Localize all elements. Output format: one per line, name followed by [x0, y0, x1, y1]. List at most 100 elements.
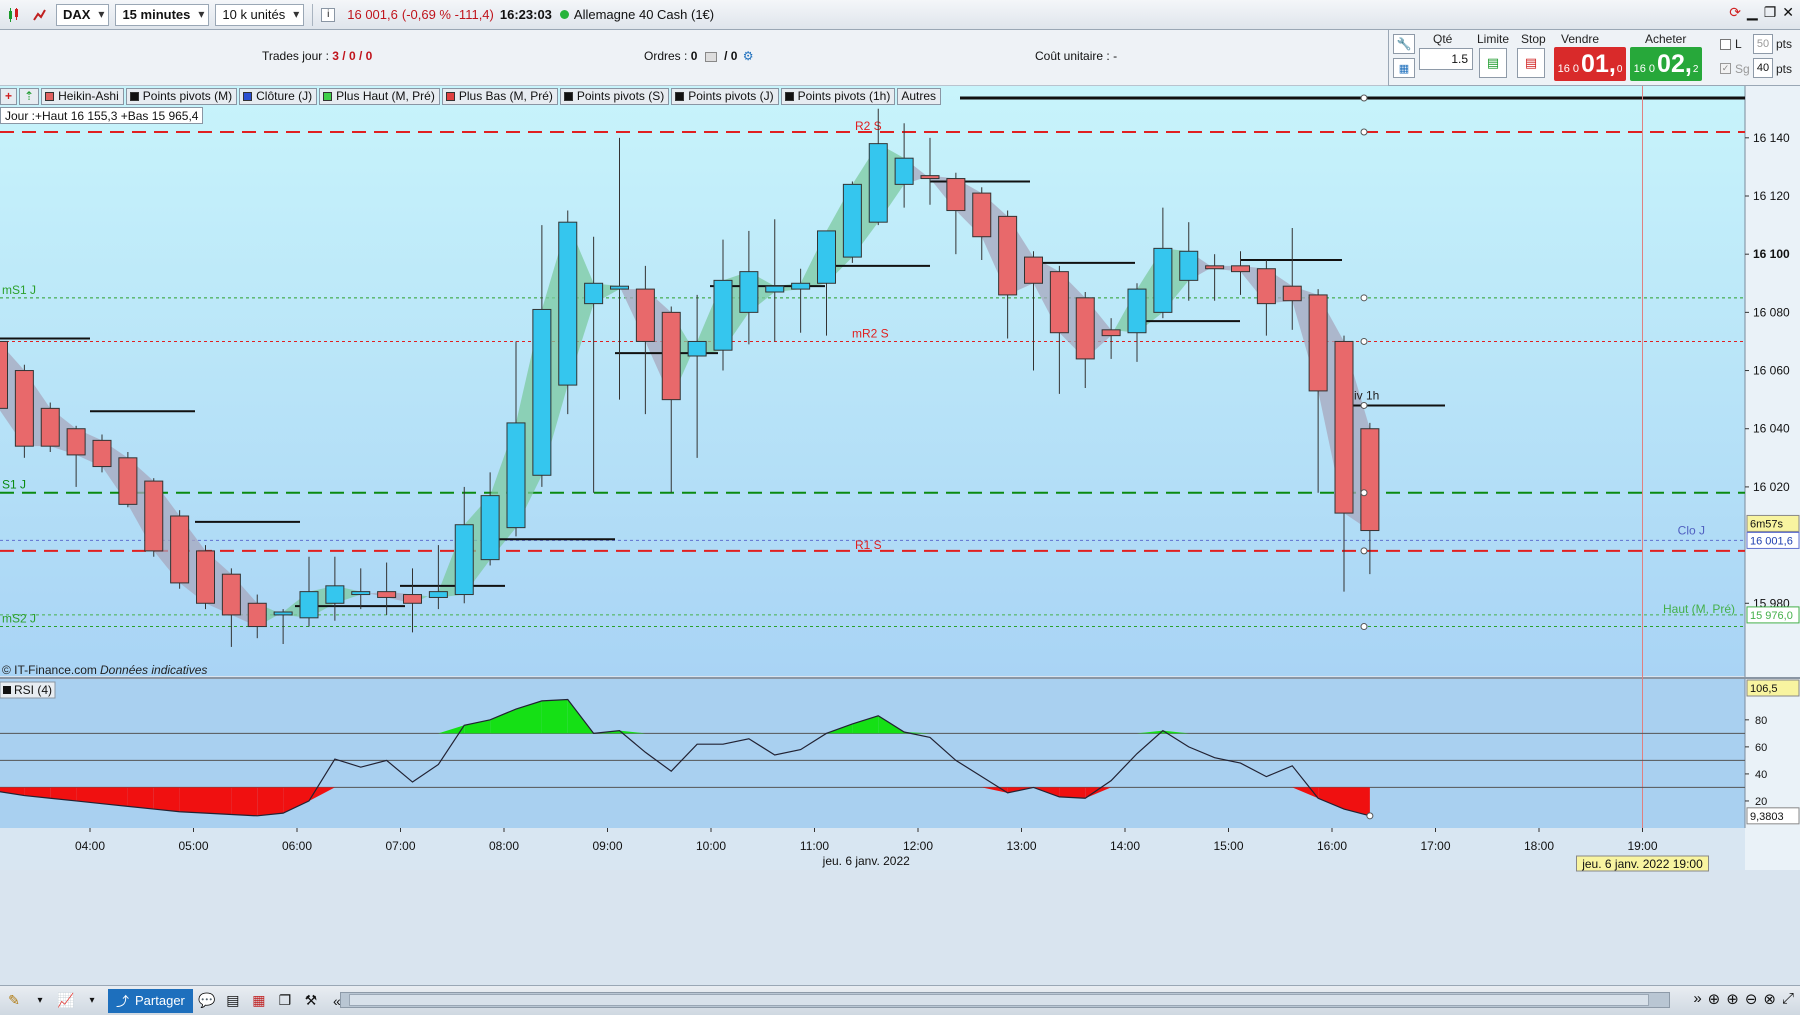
candle-body[interactable] — [40, 407, 60, 447]
candle-body[interactable] — [532, 308, 552, 476]
candle-body[interactable] — [247, 602, 267, 628]
candle-body[interactable] — [558, 221, 578, 386]
candle-body[interactable] — [791, 282, 811, 290]
candle-body[interactable] — [1256, 268, 1276, 305]
candle-body[interactable] — [403, 594, 422, 604]
candle-body[interactable] — [325, 585, 345, 604]
candle-body[interactable] — [998, 215, 1018, 296]
calc-icon[interactable]: ▦ — [247, 990, 271, 1012]
instrument-select[interactable]: DAX — [56, 3, 110, 26]
candle-body[interactable] — [868, 143, 888, 223]
indicator-tag[interactable]: Autres — [897, 87, 942, 105]
indicator-tag[interactable]: Clôture (J) — [239, 87, 318, 105]
l-checkbox[interactable] — [1720, 39, 1731, 50]
indicator-tag[interactable]: Points pivots (S) — [559, 87, 670, 105]
sg-checkbox[interactable]: ✓ — [1720, 63, 1731, 74]
time-scrollbar[interactable] — [340, 992, 1670, 1008]
pts-input-1[interactable]: 50 — [1753, 34, 1773, 54]
zoom-in-icon[interactable]: ⊕ — [1726, 990, 1739, 1008]
candle-body[interactable] — [739, 271, 759, 313]
candle-body[interactable] — [661, 311, 681, 401]
candle-body[interactable] — [506, 422, 526, 529]
candle-body[interactable] — [765, 285, 785, 293]
timeframe-select[interactable]: 15 minutes — [115, 3, 210, 26]
units-select[interactable]: 10 k unités — [215, 3, 305, 26]
candle-body[interactable] — [1127, 288, 1147, 334]
candle-body[interactable] — [144, 480, 164, 552]
candles-icon[interactable] — [3, 4, 25, 26]
candle-body[interactable] — [196, 550, 215, 604]
candle-body[interactable] — [1308, 294, 1328, 392]
candle-body[interactable] — [610, 285, 629, 290]
draw-pen-icon[interactable]: ✎ — [2, 990, 26, 1012]
scroll-thumb[interactable] — [349, 994, 1649, 1006]
qty-input[interactable]: 1.5 — [1419, 48, 1473, 70]
candle-body[interactable] — [428, 591, 448, 598]
candle-body[interactable] — [66, 428, 86, 456]
candle-body[interactable] — [1024, 256, 1043, 284]
candle-body[interactable] — [1360, 428, 1380, 532]
candle-body[interactable] — [1334, 340, 1354, 514]
info-icon[interactable]: i — [321, 7, 336, 22]
candle-body[interactable] — [351, 591, 371, 596]
candle-body[interactable] — [273, 611, 293, 616]
candle-body[interactable] — [299, 591, 319, 619]
table-icon[interactable]: ▤ — [221, 990, 245, 1012]
forward-icon[interactable]: » — [1693, 990, 1701, 1008]
candle-body[interactable] — [584, 282, 604, 305]
candle-body[interactable] — [1075, 297, 1095, 360]
candle-body[interactable] — [1101, 329, 1121, 337]
candle-body[interactable] — [454, 524, 474, 596]
candle-body[interactable] — [687, 340, 707, 357]
indicator-tag[interactable]: Points pivots (J) — [671, 87, 779, 105]
indicator-tag[interactable]: Plus Bas (M, Pré) — [441, 87, 558, 105]
candle-body[interactable] — [920, 175, 940, 180]
move-up-button[interactable]: ⇡ — [19, 87, 40, 105]
candle-body[interactable] — [480, 495, 500, 561]
zoom-reset-icon[interactable]: ⊗ — [1763, 990, 1776, 1008]
restore-icon[interactable]: ❐ — [1764, 4, 1777, 21]
limit-order-button[interactable]: ▤ — [1479, 48, 1507, 78]
price-chart[interactable]: R2 S mS1 J mR2 S S1 J R1 S mS2 J Clo J Haut (M,… — [0, 86, 1800, 985]
buy-button[interactable]: 16 0 02, 2 — [1630, 47, 1702, 81]
pts-input-2[interactable]: 40 — [1753, 58, 1773, 78]
candle-body[interactable] — [946, 178, 966, 212]
chart-area[interactable]: R2 S mS1 J mR2 S S1 J R1 S mS2 J Clo J Haut (M,… — [0, 86, 1800, 985]
share-button[interactable]: ⤴ Partager — [108, 988, 193, 1013]
candle-body[interactable] — [0, 340, 8, 409]
chat-icon[interactable]: 💬 — [195, 990, 219, 1012]
candle-body[interactable] — [377, 591, 397, 598]
zoom-out-icon[interactable]: ⊖ — [1745, 990, 1758, 1008]
candle-body[interactable] — [14, 370, 34, 447]
candle-body[interactable] — [1153, 247, 1173, 313]
chevron-down-icon-2[interactable]: ▾ — [80, 990, 104, 1012]
candle-body[interactable] — [842, 183, 862, 258]
close-icon[interactable]: ✕ — [1782, 4, 1794, 21]
candle-body[interactable] — [894, 157, 914, 185]
indicator-tag[interactable]: Points pivots (1h) — [780, 87, 896, 105]
candle-body[interactable] — [1205, 265, 1225, 270]
minimize-icon[interactable]: ▁ — [1747, 4, 1758, 21]
candle-body[interactable] — [92, 439, 112, 468]
indicator-tag[interactable]: Plus Haut (M, Pré) — [319, 87, 440, 105]
chevron-down-icon[interactable]: ▾ — [28, 990, 52, 1012]
candle-body[interactable] — [1049, 271, 1069, 334]
add-indicator-button[interactable]: + — [0, 87, 18, 105]
candle-body[interactable] — [118, 457, 138, 505]
indicator-tag[interactable]: Points pivots (M) — [125, 87, 238, 105]
keypad-icon[interactable]: ▦ — [1393, 58, 1415, 78]
candle-body[interactable] — [972, 192, 992, 238]
candle-body[interactable] — [635, 288, 655, 342]
expand-icon[interactable]: ⤢ — [1782, 990, 1794, 1008]
candle-body[interactable] — [170, 515, 190, 584]
candle-body[interactable] — [1179, 250, 1199, 281]
candle-body[interactable] — [1282, 285, 1302, 302]
zoom-fit-icon[interactable]: ⊕ — [1708, 990, 1721, 1008]
sell-button[interactable]: 16 0 01, 0 — [1554, 47, 1626, 81]
candle-body[interactable] — [1231, 265, 1250, 273]
stop-order-button[interactable]: ▤ — [1517, 48, 1545, 78]
candle-body[interactable] — [713, 279, 733, 351]
candle-body[interactable] — [817, 230, 836, 284]
chart-settings-icon[interactable] — [28, 4, 50, 26]
candle-body[interactable] — [221, 573, 241, 616]
